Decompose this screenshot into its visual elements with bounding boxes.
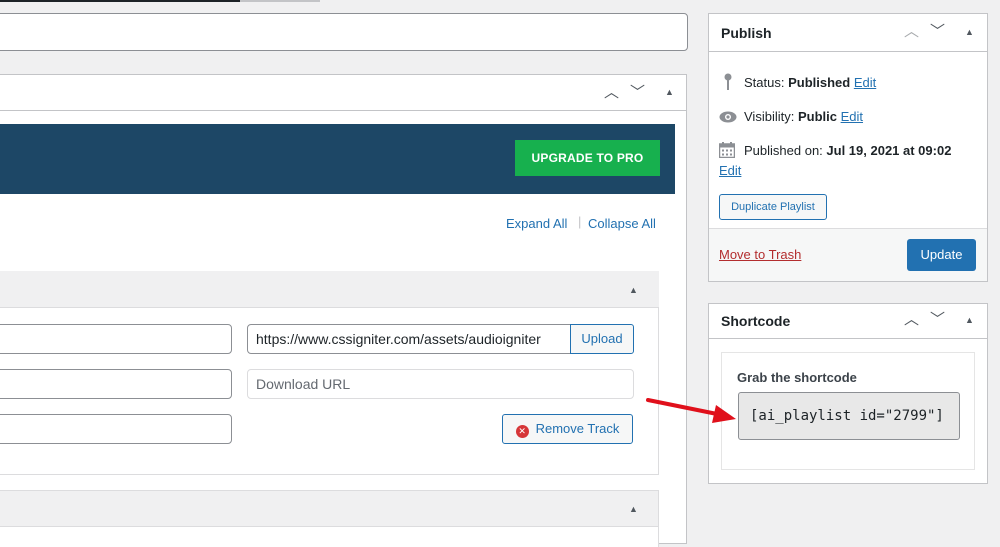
triangle-up-icon[interactable]: ▲ <box>965 316 974 325</box>
remove-track-button[interactable]: ✕ Remove Track <box>502 414 633 444</box>
visibility-value: Public <box>797 109 837 124</box>
shortcode-value[interactable]: [ai_playlist id="2799"] <box>738 392 960 440</box>
status-value: Published <box>788 75 851 90</box>
track-header[interactable] <box>0 271 659 308</box>
visibility-edit-link[interactable]: Edit <box>841 109 863 124</box>
chevron-up-icon[interactable]: ︿ <box>904 24 919 39</box>
red-arrow <box>646 398 736 423</box>
chevron-down-icon[interactable]: ﹀ <box>930 24 945 39</box>
move-to-trash-link[interactable]: Move to Trash <box>719 247 801 262</box>
duplicate-playlist-button[interactable]: Duplicate Playlist <box>719 194 827 220</box>
visibility-label: Visibility: <box>744 109 795 124</box>
triangle-up-icon[interactable]: ▲ <box>629 505 638 514</box>
top-bar-segment-light <box>240 0 320 2</box>
post-title-input[interactable] <box>0 13 688 51</box>
shortcode-title: Shortcode <box>721 313 791 329</box>
status-edit-link[interactable]: Edit <box>854 75 876 90</box>
track-artist-field[interactable] <box>0 369 232 399</box>
track-album-field[interactable] <box>0 414 232 444</box>
published-on-edit-link[interactable]: Edit <box>719 163 741 178</box>
grab-shortcode-label: Grab the shortcode <box>737 370 857 385</box>
chevron-down-icon[interactable]: ﹀ <box>930 312 945 327</box>
publish-title: Publish <box>721 25 772 41</box>
collapse-all-link[interactable]: Collapse All <box>588 216 656 231</box>
remove-track-label: Remove Track <box>535 421 620 436</box>
metabox-header <box>0 74 687 111</box>
top-bar-segment <box>0 0 240 2</box>
chevron-up-icon[interactable]: ︿ <box>604 85 619 100</box>
triangle-up-icon[interactable]: ▲ <box>965 28 974 37</box>
track-title-field[interactable] <box>0 324 232 354</box>
eye-icon <box>719 110 737 127</box>
triangle-up-icon[interactable]: ▲ <box>665 88 674 97</box>
pin-icon <box>722 73 734 95</box>
track-url-field[interactable]: https://www.cssigniter.com/assets/audioi… <box>247 324 571 354</box>
published-on-label: Published on: <box>744 143 823 158</box>
status-label: Status: <box>744 75 785 90</box>
chevron-down-icon[interactable]: ﹀ <box>630 85 645 100</box>
visibility-row: Visibility: Public Edit <box>744 109 863 124</box>
download-url-field[interactable]: Download URL <box>247 369 634 399</box>
remove-circle-icon: ✕ <box>515 425 529 438</box>
expand-all-link[interactable]: Expand All <box>506 216 567 231</box>
chevron-up-icon[interactable]: ︿ <box>904 312 919 327</box>
triangle-up-icon[interactable]: ▲ <box>629 286 638 295</box>
published-on-value: Jul 19, 2021 at 09:02 <box>826 143 952 158</box>
calendar-icon <box>718 142 736 162</box>
published-on-row: Published on: Jul 19, 2021 at 09:02 <box>744 143 951 158</box>
track-panel <box>0 527 659 547</box>
upload-button[interactable]: Upload <box>570 324 634 354</box>
update-button[interactable]: Update <box>907 239 976 271</box>
link-separator: | <box>578 214 582 229</box>
upgrade-to-pro-button[interactable]: UPGRADE TO PRO <box>515 140 660 176</box>
track-header[interactable] <box>0 490 659 527</box>
status-row: Status: Published Edit <box>744 75 876 90</box>
